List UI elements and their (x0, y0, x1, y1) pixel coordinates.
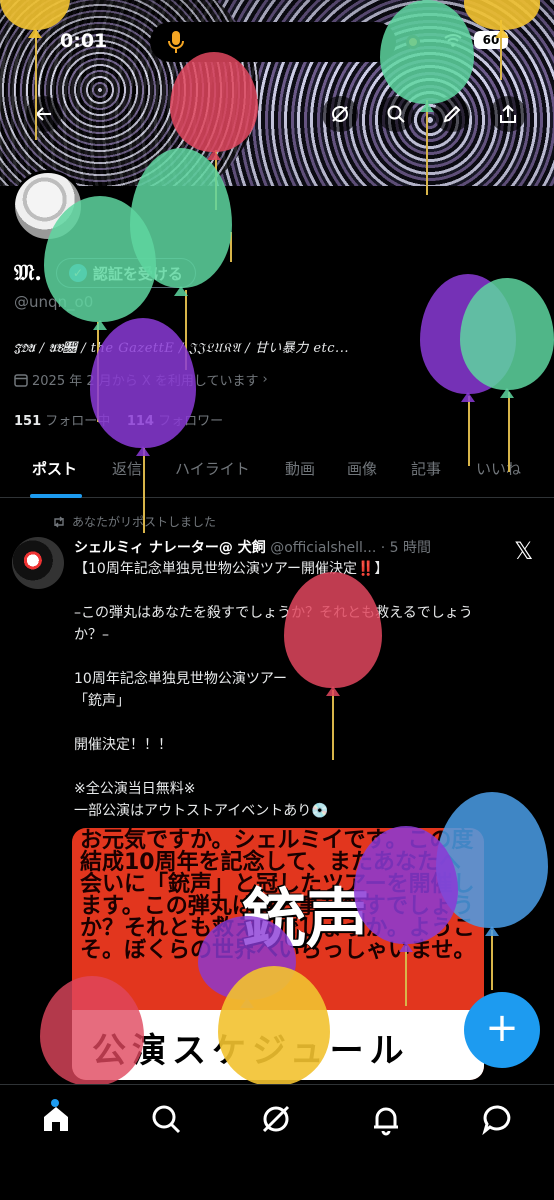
wifi-icon (444, 34, 462, 47)
grok-button[interactable] (322, 96, 358, 132)
post-time: 5 時間 (389, 540, 431, 556)
tab-articles[interactable]: 記事 (411, 458, 441, 479)
share-icon (500, 104, 516, 123)
bottom-navigation (0, 1084, 554, 1200)
edit-button[interactable] (434, 96, 470, 132)
post-line: ※全公演当日無料※ (74, 781, 196, 797)
explore-icon[interactable] (148, 1101, 184, 1137)
get-verified-label: 認証を受ける (92, 264, 183, 283)
grok-icon (332, 106, 348, 122)
post-line: 【10周年記念単独見世物公演ツアー開催決定‼️】 (74, 561, 389, 577)
chevron-right-icon: › (262, 372, 268, 387)
post-header: シェルミィ ナレーター@ 犬飼 @officialshell... · 5 時間 (74, 540, 431, 556)
profile-bio: 𝔍𝔇𝔄 / 𝔄𝔅𝔆 / the GazettE / 𝔍𝔍𝔏𝔘𝔎𝔄 / 甘い暴力 … (14, 341, 349, 356)
joined-date[interactable]: 2025 年 2 月から X を利用しています › (14, 370, 268, 389)
follow-stats: 151 フォロー中 114 フォロワー (14, 410, 223, 429)
compose-post-button[interactable]: + (464, 992, 540, 1068)
home-notification-dot (51, 1099, 59, 1107)
tab-likes[interactable]: いいね (476, 458, 521, 479)
active-tab-indicator (30, 494, 82, 498)
post-line: 開催決定！！！ (74, 737, 172, 753)
post-line: 「銃声」 (74, 693, 130, 709)
search-button[interactable] (378, 96, 414, 132)
tab-posts[interactable]: ポスト (32, 458, 77, 479)
messages-icon[interactable] (480, 1101, 516, 1137)
calendar-icon (14, 373, 28, 387)
balloon-green (460, 278, 554, 390)
repost-label: あなたがリポストしました (72, 515, 217, 529)
followers-label: フォロワー (158, 414, 224, 429)
profile-name: 𝔐. (14, 260, 42, 286)
profile-handle: @unqn_o0 (14, 293, 94, 311)
name-row: 𝔐. ✓ 認証を受ける (14, 258, 196, 288)
edit-icon (443, 105, 461, 123)
battery-indicator: 60 (474, 31, 508, 49)
following-link[interactable]: 151 フォロー中 (14, 414, 110, 429)
grok-nav-icon[interactable] (258, 1101, 294, 1137)
balloon-purple (420, 274, 516, 394)
tab-images[interactable]: 画像 (347, 458, 377, 479)
microphone-icon (168, 31, 184, 53)
joined-label: 2025 年 2 月から X を利用しています (32, 374, 259, 389)
post-line: –この弾丸はあなたを殺すでしょうか？それとも救えるでしょうか？– (74, 605, 473, 643)
profile-avatar[interactable] (12, 170, 84, 242)
verified-badge-icon: ✓ (68, 264, 87, 282)
post-author-avatar[interactable] (12, 537, 64, 589)
tab-highlights[interactable]: ハイライト (175, 458, 250, 479)
post-line: 一部公演はアウトストアイベントあり💿 (74, 803, 329, 819)
followers-count: 114 (126, 414, 154, 429)
bell-icon[interactable] (368, 1101, 404, 1137)
tab-videos[interactable]: 動画 (285, 458, 315, 479)
following-label: フォロー中 (45, 414, 111, 429)
poster-title: 銃声 (242, 882, 370, 957)
status-bar: 0:01 60 (0, 22, 554, 62)
get-verified-button[interactable]: ✓ 認証を受ける (55, 258, 196, 288)
following-count: 151 (14, 414, 42, 429)
share-button[interactable] (490, 96, 526, 132)
dynamic-island (150, 22, 396, 62)
profile-tabs: ポスト 返信 ハイライト 動画 画像 記事 いいね (0, 448, 554, 498)
repost-icon (54, 516, 64, 527)
status-time: 0:01 (60, 30, 108, 52)
post-author-name[interactable]: シェルミィ ナレーター@ 犬飼 (74, 540, 266, 556)
back-arrow-icon (35, 107, 51, 121)
recording-indicator (406, 35, 420, 49)
tab-replies[interactable]: 返信 (112, 458, 142, 479)
repost-indicator: あなたがリポストしました (52, 513, 216, 530)
post-line: 10周年記念単独見世物公演ツアー (74, 671, 287, 687)
followers-link[interactable]: 114 フォロワー (127, 414, 223, 429)
plus-icon: + (485, 1005, 519, 1051)
poster-schedule-label: 公演スケジュール (92, 1031, 410, 1071)
post-image[interactable]: お元気ですか。シェルミイです。この度結成10周年を記念して、またあなたへ会いに「… (72, 828, 484, 1080)
back-button[interactable] (26, 96, 62, 132)
x-logo-icon: 𝕏 (514, 537, 534, 565)
post-author-handle[interactable]: @officialshell... (270, 540, 376, 556)
search-icon (387, 105, 405, 123)
post-body: 【10周年記念単独見世物公演ツアー開催決定‼️】 –この弾丸はあなたを殺すでしょ… (74, 558, 484, 844)
